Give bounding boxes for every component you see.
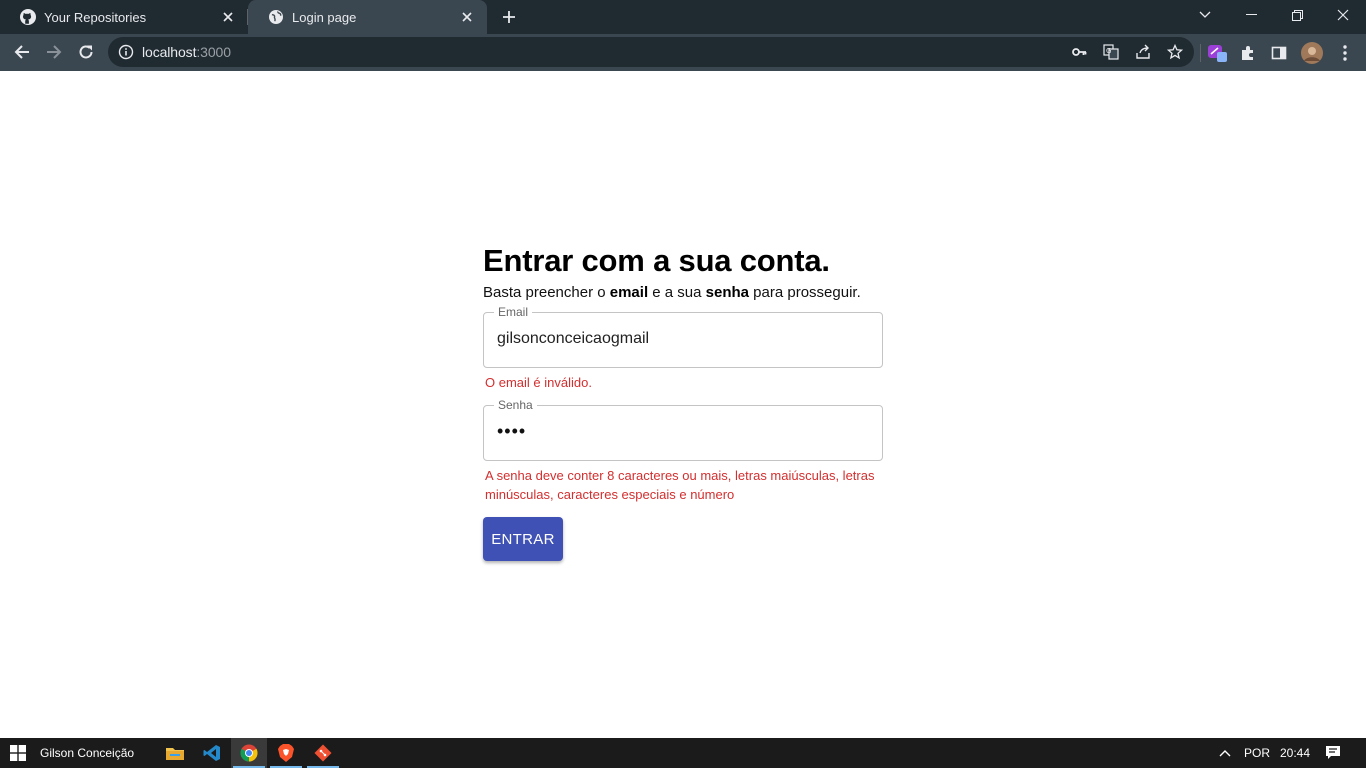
email-field[interactable]: Email gilsonconceicaogmail: [483, 304, 883, 368]
taskbar-user-name[interactable]: Gilson Conceição: [40, 746, 134, 760]
password-label: Senha: [494, 397, 537, 413]
chevron-down-icon: [1199, 11, 1211, 18]
minimize-icon: [1245, 14, 1257, 15]
restore-button[interactable]: [1274, 0, 1320, 30]
avatar[interactable]: [1301, 42, 1323, 64]
tab-login-page[interactable]: Login page: [248, 0, 487, 34]
email-error-message: O email é inválido.: [485, 375, 592, 390]
windows-taskbar: Gilson Conceição POR 20:44: [0, 738, 1366, 768]
subtitle-text: Basta preencher o: [483, 284, 610, 301]
star-icon[interactable]: [1166, 43, 1184, 61]
password-field[interactable]: Senha ••••: [483, 397, 883, 461]
close-window-button[interactable]: [1320, 0, 1366, 30]
close-icon: [1337, 9, 1349, 21]
vscode-icon[interactable]: [194, 738, 230, 768]
restore-icon: [1291, 9, 1303, 21]
github-icon: [20, 9, 36, 25]
browser-toolbar: localhost:3000 G: [0, 34, 1366, 71]
svg-text:G: G: [1106, 47, 1111, 55]
url-text: localhost:3000: [142, 44, 231, 60]
puzzle-icon[interactable]: [1237, 42, 1259, 64]
forward-button[interactable]: [40, 38, 68, 66]
translate-icon[interactable]: G: [1102, 43, 1120, 61]
brave-icon[interactable]: [268, 738, 304, 768]
tab-your-repositories[interactable]: Your Repositories: [0, 0, 248, 34]
password-input[interactable]: ••••: [497, 421, 526, 442]
login-page: Entrar com a sua conta. Basta preencher …: [0, 71, 1366, 738]
address-bar[interactable]: localhost:3000 G: [108, 37, 1194, 67]
extension-icon[interactable]: [1206, 42, 1228, 64]
url-port: :3000: [196, 44, 231, 60]
email-input[interactable]: gilsonconceicaogmail: [497, 330, 867, 348]
info-icon[interactable]: [118, 44, 134, 60]
minimize-button[interactable]: [1228, 0, 1274, 30]
share-icon[interactable]: [1134, 43, 1152, 61]
back-button[interactable]: [8, 38, 36, 66]
subtitle-email-bold: email: [609, 284, 649, 301]
menu-icon[interactable]: [1334, 42, 1356, 64]
subtitle-text: para prosseguir.: [749, 284, 861, 301]
arrow-left-icon: [14, 45, 29, 59]
chrome-taskbar-icon[interactable]: [231, 738, 267, 768]
subtitle-text: e a sua: [648, 284, 706, 301]
language-indicator[interactable]: POR: [1244, 746, 1270, 760]
browser-tab-strip: Your Repositories Login page: [0, 0, 1366, 34]
windows-start-icon[interactable]: [10, 745, 26, 761]
reload-icon: [79, 45, 93, 59]
page-subtitle: Basta preencher o email e a sua senha pa…: [483, 284, 861, 301]
tab-title: Your Repositories: [44, 9, 147, 25]
clock[interactable]: 20:44: [1280, 746, 1310, 760]
page-title: Entrar com a sua conta.: [483, 243, 830, 278]
close-icon[interactable]: [220, 9, 236, 25]
arrow-right-icon: [47, 45, 62, 59]
git-icon[interactable]: [305, 738, 341, 768]
chevron-up-icon[interactable]: [1219, 749, 1231, 757]
side-panel-icon[interactable]: [1268, 42, 1290, 64]
plus-icon: [503, 11, 515, 23]
password-error-message: A senha deve conter 8 caracteres ou mais…: [485, 468, 875, 502]
tab-search-button[interactable]: [1182, 0, 1228, 30]
tab-title: Login page: [292, 9, 357, 25]
subtitle-senha-bold: senha: [705, 284, 750, 301]
globe-icon: [268, 9, 284, 25]
toolbar-divider: [1200, 44, 1201, 62]
submit-button[interactable]: ENTRAR: [483, 517, 563, 561]
url-host: localhost: [142, 44, 197, 60]
file-explorer-icon[interactable]: [157, 738, 193, 768]
new-tab-button[interactable]: [497, 5, 521, 29]
key-icon[interactable]: [1070, 43, 1088, 61]
close-icon[interactable]: [459, 9, 475, 25]
reload-button[interactable]: [72, 38, 100, 66]
email-label: Email: [494, 304, 533, 320]
notification-icon[interactable]: [1325, 745, 1341, 761]
